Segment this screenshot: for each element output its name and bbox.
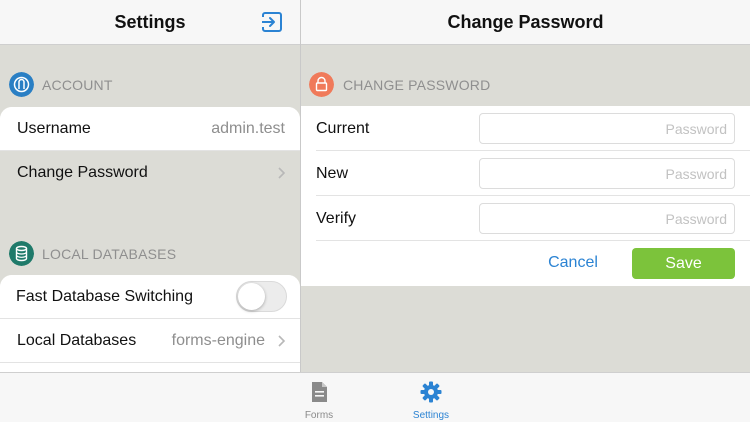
verify-password-label: Verify	[316, 210, 357, 227]
account-section-label: ACCOUNT	[42, 77, 113, 93]
cancel-button[interactable]: Cancel	[531, 248, 615, 278]
username-value: admin.test	[211, 120, 285, 137]
change-password-section-label: CHANGE PASSWORD	[343, 77, 491, 93]
toggle-knob	[238, 283, 265, 310]
databases-group: Fast Database Switching Local Databases …	[0, 275, 300, 372]
change-password-nav-bar: Change Password	[301, 0, 750, 45]
document-icon	[312, 382, 327, 402]
change-password-pane: Change Password CHANGE PASSWORD Current …	[301, 0, 750, 372]
username-row: Username admin.test	[0, 107, 300, 151]
tab-bar: Forms Settings	[0, 372, 750, 422]
row-separator	[316, 240, 750, 241]
change-password-row[interactable]: Change Password	[0, 151, 300, 195]
change-password-title: Change Password	[447, 12, 604, 32]
new-password-label: New	[316, 165, 349, 182]
gear-icon	[420, 381, 442, 403]
account-icon	[9, 72, 34, 97]
tab-settings-label: Settings	[412, 410, 450, 421]
fast-switching-label: Fast Database Switching	[16, 288, 193, 305]
change-password-label: Change Password	[17, 164, 148, 181]
account-group: Username admin.test Change Password	[0, 107, 300, 195]
fast-switching-toggle[interactable]	[236, 281, 287, 312]
logout-icon[interactable]	[261, 11, 283, 33]
local-databases-row[interactable]: Local Databases forms-engine	[0, 319, 300, 363]
account-section-header: ACCOUNT	[0, 70, 300, 100]
change-password-section-header: CHANGE PASSWORD	[301, 70, 750, 100]
database-icon	[9, 241, 34, 266]
local-databases-value: forms-engine	[171, 332, 265, 349]
databases-section-label: LOCAL DATABASES	[42, 246, 177, 262]
lock-icon	[309, 72, 334, 97]
username-label: Username	[17, 120, 91, 137]
local-databases-label: Local Databases	[17, 332, 137, 349]
new-password-input[interactable]	[479, 158, 735, 189]
tab-forms[interactable]: Forms	[279, 373, 359, 422]
settings-title: Settings	[114, 12, 186, 32]
chevron-right-icon	[278, 335, 286, 347]
change-password-form: Current New Verify Cancel Save	[301, 106, 750, 286]
tab-forms-label: Forms	[304, 410, 334, 421]
settings-pane: Settings ACCOUNT Username admin.test Cha…	[0, 0, 300, 372]
verify-password-row: Verify	[301, 196, 750, 241]
save-button[interactable]: Save	[632, 248, 735, 279]
fast-switching-row: Fast Database Switching	[0, 275, 300, 319]
tab-settings[interactable]: Settings	[391, 373, 471, 422]
new-password-row: New	[301, 151, 750, 196]
current-password-row: Current	[301, 106, 750, 151]
verify-password-input[interactable]	[479, 203, 735, 234]
databases-section-header: LOCAL DATABASES	[0, 239, 300, 269]
current-password-label: Current	[316, 120, 370, 137]
current-password-input[interactable]	[479, 113, 735, 144]
chevron-right-icon	[278, 167, 286, 179]
settings-nav-bar: Settings	[0, 0, 300, 45]
